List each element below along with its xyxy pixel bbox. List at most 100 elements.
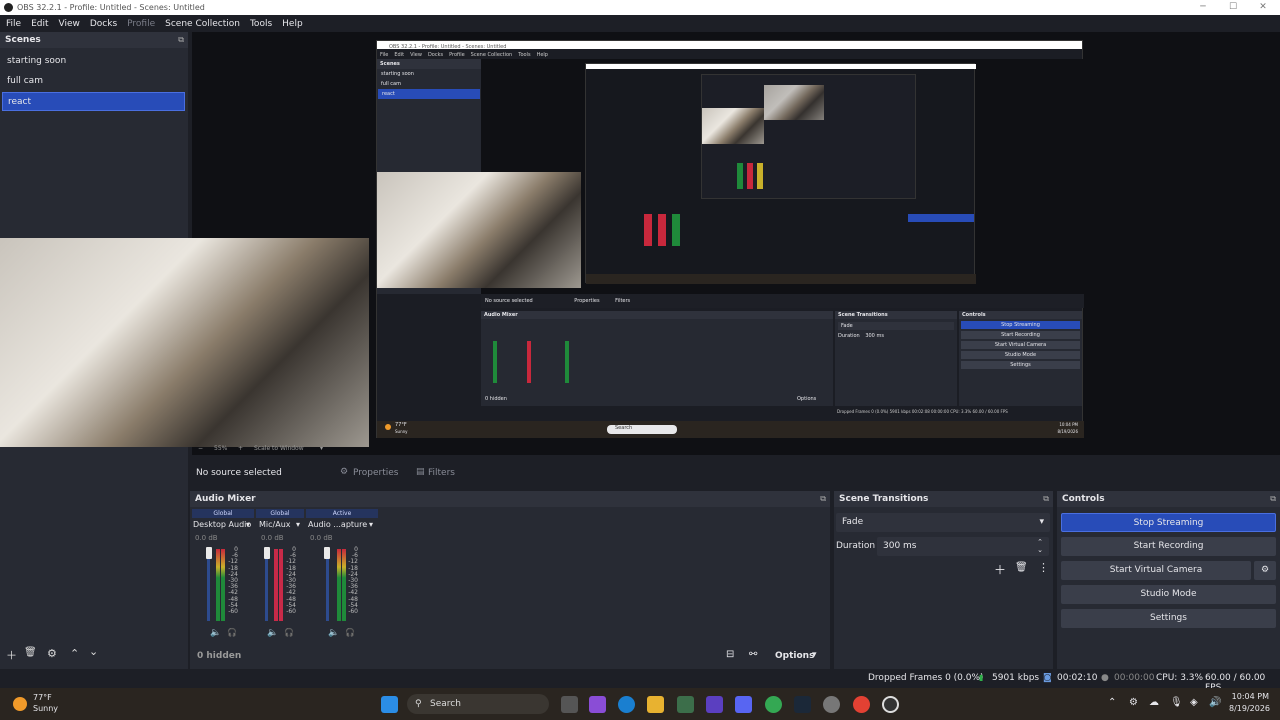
speaker-icon[interactable]: 🔈: [328, 628, 339, 638]
options-button[interactable]: Options: [775, 651, 814, 661]
scene-item-full-cam[interactable]: full cam: [2, 72, 185, 91]
copilot-icon[interactable]: [589, 696, 606, 713]
more-options-icon[interactable]: ⋮: [1038, 561, 1049, 574]
file-explorer-icon[interactable]: [647, 696, 664, 713]
volume-slider-capture[interactable]: [326, 549, 329, 621]
duration-label: Duration: [836, 541, 876, 551]
zoom-in-button[interactable]: +: [238, 445, 243, 452]
tray-app-icon[interactable]: ⚙: [1129, 697, 1138, 708]
headphones-icon[interactable]: 🎧: [227, 628, 237, 637]
trash-icon[interactable]: 🗑: [1015, 562, 1028, 573]
clock-date[interactable]: 8/19/2026: [1229, 704, 1270, 713]
scene-item-react[interactable]: react: [2, 92, 185, 111]
menu-file[interactable]: File: [6, 19, 21, 29]
menu-profile[interactable]: Profile: [127, 19, 155, 29]
volume-icon[interactable]: 🔊: [1209, 697, 1221, 708]
maximize-icon[interactable]: ☐: [1218, 0, 1248, 15]
meter-capture-r: [342, 549, 346, 621]
undock-icon[interactable]: ⧉: [1270, 491, 1276, 507]
chevron-down-icon[interactable]: ▾: [369, 520, 373, 529]
gear-icon: ⚙: [340, 467, 349, 477]
chevron-down-icon[interactable]: ▾: [296, 520, 300, 529]
volume-handle-capture[interactable]: [324, 547, 330, 559]
settings-app-icon[interactable]: [823, 696, 840, 713]
undock-icon[interactable]: ⧉: [1043, 491, 1049, 507]
stop-streaming-button[interactable]: Stop Streaming: [1061, 513, 1276, 532]
store-icon[interactable]: [677, 696, 694, 713]
volume-handle-mic[interactable]: [264, 547, 270, 559]
transition-select[interactable]: Fade ▾: [836, 513, 1050, 532]
headphones-icon[interactable]: 🎧: [284, 628, 294, 637]
menu-help[interactable]: Help: [282, 19, 303, 29]
undock-icon[interactable]: ⧉: [820, 491, 826, 507]
weather-temp[interactable]: 77°F: [33, 693, 52, 702]
obs-taskbar-icon[interactable]: [882, 696, 899, 713]
menu-tools[interactable]: Tools: [250, 19, 272, 29]
chevron-down-icon[interactable]: ⌄: [89, 645, 98, 658]
edge-icon[interactable]: [618, 696, 635, 713]
tray-cloud-icon[interactable]: ☁: [1149, 697, 1159, 708]
menu-docks[interactable]: Docks: [90, 19, 117, 29]
source-bar: No source selected ⚙ Properties ▤ Filter…: [192, 462, 1280, 486]
chrome-icon[interactable]: [765, 696, 782, 713]
studio-mode-button[interactable]: Studio Mode: [1061, 585, 1276, 604]
chevron-down-icon[interactable]: ▾: [812, 650, 817, 660]
close-icon[interactable]: ✕: [1248, 0, 1278, 15]
add-transition-icon[interactable]: ＋: [994, 561, 1006, 578]
weather-sun-icon[interactable]: [13, 697, 27, 711]
menu-view[interactable]: View: [59, 19, 80, 29]
gear-icon[interactable]: ⚙: [47, 647, 57, 660]
chrome-alt-icon[interactable]: [853, 696, 870, 713]
channel-name-capture[interactable]: Audio ...apture: [308, 520, 367, 529]
menu-scene-collection[interactable]: Scene Collection: [165, 19, 240, 29]
start-recording-button[interactable]: Start Recording: [1061, 537, 1276, 556]
channel-db-mic: 0.0 dB: [261, 534, 284, 542]
headphones-icon[interactable]: 🎧: [345, 628, 355, 637]
settings-button[interactable]: Settings: [1061, 609, 1276, 628]
spin-down-icon[interactable]: ⌄: [1037, 541, 1043, 560]
virtual-camera-settings-icon[interactable]: ⚙: [1254, 561, 1276, 580]
channel-name-desktop[interactable]: Desktop Audio: [193, 520, 251, 529]
apps-icon[interactable]: [706, 696, 723, 713]
chevron-down-icon[interactable]: ▾: [320, 445, 323, 452]
nested-title-bar: OBS 32.2.1 - Profile: Untitled - Scenes:…: [377, 41, 1082, 50]
steam-icon[interactable]: [794, 696, 811, 713]
scale-to-window-select[interactable]: Scale to Window: [254, 445, 304, 452]
tray-chevron-up-icon[interactable]: ⌃: [1108, 697, 1116, 708]
link-icon[interactable]: ⚯: [749, 649, 757, 660]
mic-icon[interactable]: 🎙: [1170, 697, 1183, 708]
taskbar-search[interactable]: ⚲ Search: [407, 694, 549, 714]
weather-condition[interactable]: Sunny: [33, 704, 58, 713]
chevron-down-icon[interactable]: ▾: [246, 520, 250, 529]
minimize-icon[interactable]: ─: [1188, 0, 1218, 15]
filters-button[interactable]: Filters: [428, 468, 455, 478]
trash-icon[interactable]: 🗑: [24, 647, 37, 658]
volume-slider-desktop[interactable]: [207, 549, 210, 621]
properties-button[interactable]: Properties: [353, 468, 398, 478]
network-icon[interactable]: ◈: [1190, 697, 1198, 708]
volume-handle-desktop[interactable]: [206, 547, 212, 559]
controls-header: Controls ⧉: [1057, 491, 1280, 507]
window-title: OBS 32.2.1 - Profile: Untitled - Scenes:…: [17, 3, 205, 12]
undock-icon[interactable]: ⧉: [178, 32, 184, 48]
nested-menu-file: File: [380, 52, 389, 58]
speaker-icon[interactable]: 🔈: [210, 628, 221, 638]
duration-field[interactable]: 300 ms ⌃ ⌄: [877, 537, 1049, 556]
menu-edit[interactable]: Edit: [31, 19, 48, 29]
add-scene-icon[interactable]: ＋: [6, 647, 17, 663]
nested-scene-full-cam: full cam: [381, 81, 401, 87]
windows-start-icon[interactable]: [381, 696, 398, 713]
channel-name-mic[interactable]: Mic/Aux: [259, 520, 291, 529]
zoom-out-button[interactable]: −: [198, 445, 203, 452]
layout-icon[interactable]: ⊟: [726, 649, 734, 660]
task-view-icon[interactable]: [561, 696, 578, 713]
scene-item-starting-soon[interactable]: starting soon: [2, 52, 185, 71]
start-virtual-camera-button[interactable]: Start Virtual Camera: [1061, 561, 1251, 580]
discord-icon[interactable]: [735, 696, 752, 713]
clock-time[interactable]: 10:04 PM: [1229, 692, 1269, 701]
nested-source-bar: No source selected Properties Filters: [481, 294, 1084, 308]
volume-slider-mic[interactable]: [265, 549, 268, 621]
chevron-up-icon[interactable]: ⌃: [70, 647, 79, 660]
speaker-icon[interactable]: 🔈: [267, 628, 278, 638]
nested-l2-meter-1: [644, 214, 652, 246]
